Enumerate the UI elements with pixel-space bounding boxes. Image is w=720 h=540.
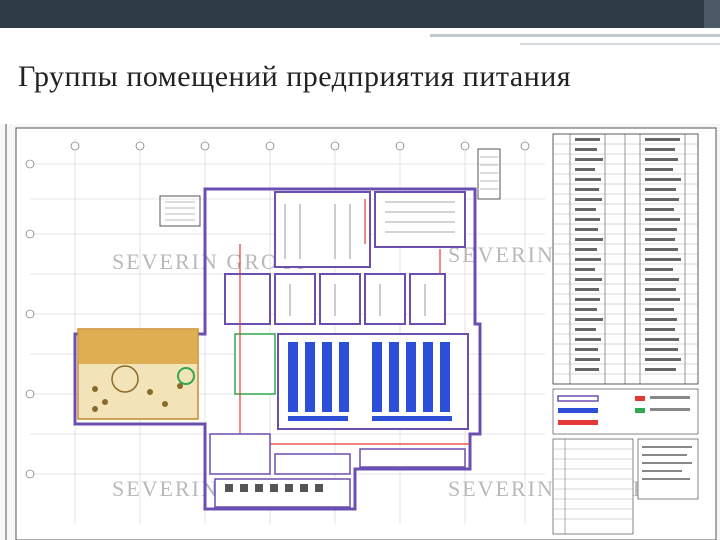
floor-plan: SEVERIN GROUP SEVERIN GROUP SEVERIN GROU… [0,124,720,540]
serving-room [234,333,276,395]
top-bar [0,0,720,28]
explication-table [552,438,634,535]
slide-title: Группы помещений предприятия питания [18,60,572,93]
notes-block [637,438,699,500]
legend-block [552,388,699,435]
top-bar-accent [704,0,720,28]
dining-bar [78,329,198,364]
decor-rule-2 [520,43,720,45]
decor-rule-1 [430,34,720,37]
